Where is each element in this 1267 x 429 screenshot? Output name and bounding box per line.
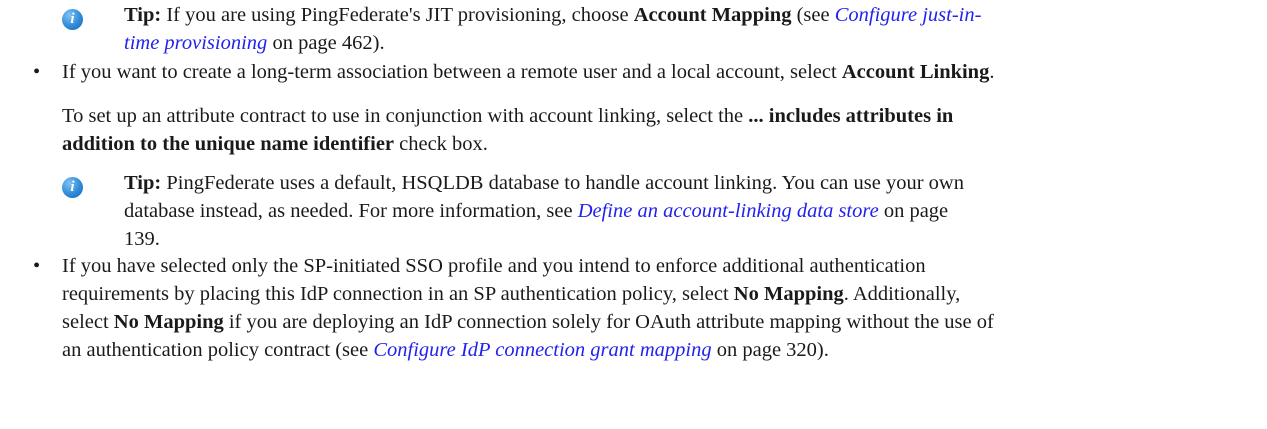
link-configure-jit-cont[interactable]: time provisioning: [124, 32, 267, 54]
bullet-marker: •: [33, 255, 41, 277]
info-icon: i: [62, 9, 83, 30]
tip-text: Tip: If you are using PingFederate's JIT…: [124, 4, 982, 54]
link-define-data-store[interactable]: Define an account-linking data store: [578, 200, 879, 222]
bullet-account-linking: If you want to create a long-term associ…: [62, 61, 995, 83]
tip-label: Tip:: [124, 172, 162, 194]
info-icon: i: [62, 177, 83, 198]
paragraph-attribute-contract: To set up an attribute contract to use i…: [62, 105, 954, 155]
bullet-marker: •: [33, 61, 41, 83]
bullet-no-mapping: If you have selected only the SP-initiat…: [62, 255, 994, 361]
tip-label: Tip:: [124, 4, 162, 26]
link-configure-jit[interactable]: Configure just-in-: [835, 4, 982, 26]
tip-note-hsqldb: i Tip: PingFederate uses a default, HSQL…: [62, 169, 1262, 253]
link-configure-grant-mapping[interactable]: Configure IdP connection grant mapping: [373, 339, 711, 361]
tip-note-jit: i Tip: If you are using PingFederate's J…: [62, 1, 1262, 57]
tip-text: Tip: PingFederate uses a default, HSQLDB…: [124, 172, 964, 250]
